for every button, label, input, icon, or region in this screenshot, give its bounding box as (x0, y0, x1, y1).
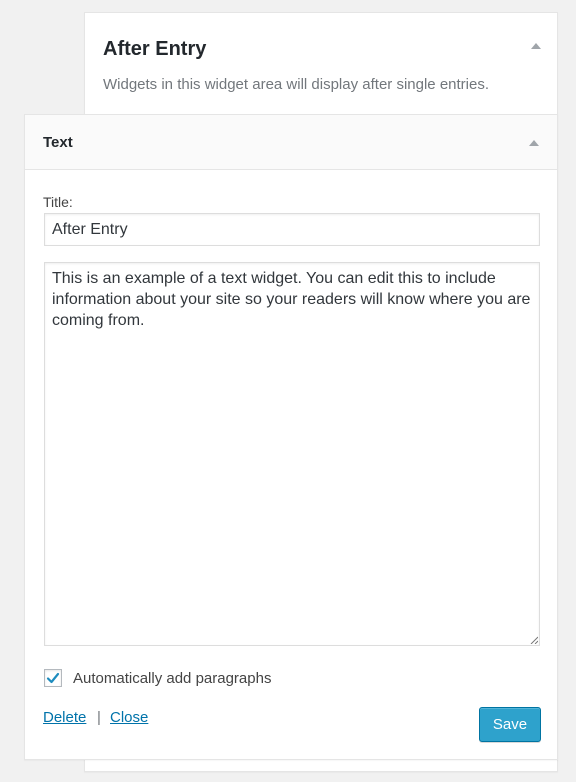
close-link[interactable]: Close (110, 709, 148, 727)
title-field-label: Title: (43, 194, 73, 210)
widget-area-description: Widgets in this widget area will display… (103, 76, 490, 93)
delete-link[interactable]: Delete (43, 709, 86, 727)
content-textarea[interactable]: This is an example of a text widget. You… (44, 262, 540, 646)
text-widget: Text Title: This is an example of a text… (24, 114, 558, 760)
auto-paragraphs-label[interactable]: Automatically add paragraphs (73, 670, 271, 688)
widget-header[interactable]: Text (25, 115, 557, 170)
widget-title[interactable]: Text (43, 133, 73, 153)
resize-handle-icon[interactable] (530, 636, 538, 644)
widget-area-title[interactable]: After Entry (103, 37, 206, 61)
checkmark-icon (46, 672, 60, 684)
save-button[interactable]: Save (479, 707, 541, 742)
title-input[interactable] (44, 213, 540, 246)
link-separator: | (97, 709, 101, 726)
arrow-up-icon[interactable] (529, 140, 539, 146)
arrow-up-icon[interactable] (531, 43, 541, 49)
auto-paragraphs-checkbox[interactable] (44, 669, 62, 687)
